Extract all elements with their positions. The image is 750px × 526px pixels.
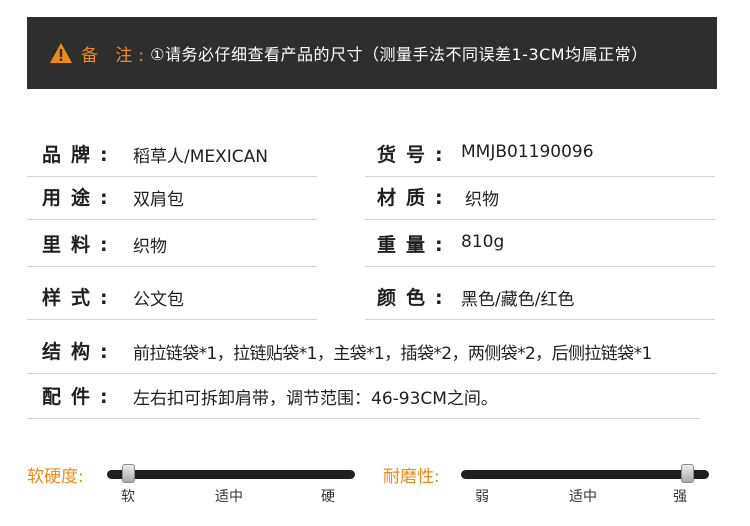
spec-label: 样式: — [42, 287, 108, 309]
spec-weight: 重量: 810g — [365, 230, 715, 267]
spec-label: 用途: — [42, 187, 108, 209]
softness-tick-mid: 适中 — [215, 489, 243, 505]
notice-banner: 备 注: ①请务必仔细查看产品的尺寸（测量手法不同误差1-3CM均属正常） — [27, 17, 717, 89]
notice-text: ①请务必仔细查看产品的尺寸（测量手法不同误差1-3CM均属正常） — [150, 45, 648, 64]
spec-value: 稻草人/MEXICAN — [133, 147, 269, 167]
spec-brand: 品牌: 稻草人/MEXICAN — [27, 140, 317, 177]
spec-value: 左右扣可拆卸肩带，调节范围：46-93CM之间。 — [133, 389, 498, 409]
spec-item-no: 货号: MMJB01190096 — [365, 140, 715, 177]
spec-label: 配件: — [42, 386, 108, 408]
spec-value: 织物 — [133, 237, 167, 257]
spec-label: 材质: — [377, 187, 443, 209]
spec-label: 里料: — [42, 234, 108, 256]
warning-icon — [49, 42, 73, 64]
softness-tick-low: 软 — [121, 489, 135, 505]
spec-label: 品牌: — [42, 144, 108, 166]
softness-indicator — [122, 464, 135, 483]
spec-value: 黑色/藏色/红色 — [461, 290, 575, 310]
spec-value: MMJB01190096 — [461, 142, 594, 162]
durability-title: 耐磨性: — [383, 467, 440, 487]
notice-label: 备 注: — [81, 45, 151, 66]
spec-value: 810g — [461, 232, 505, 252]
spec-usage: 用途: 双肩包 — [27, 183, 317, 220]
softness-tick-high: 硬 — [321, 489, 335, 505]
durability-tick-low: 弱 — [475, 489, 489, 505]
softness-track — [107, 464, 355, 483]
durability-track — [461, 464, 709, 483]
spec-value: 前拉链袋*1，拉链贴袋*1，主袋*1，插袋*2，两侧袋*2，后侧拉链袋*1 — [133, 344, 652, 364]
spec-lining: 里料: 织物 — [27, 230, 317, 267]
spec-label: 货号: — [377, 144, 443, 166]
durability-tick-mid: 适中 — [569, 489, 597, 505]
spec-label: 重量: — [377, 234, 443, 256]
spec-value: 织物 — [465, 190, 499, 210]
spec-label: 颜色: — [377, 287, 443, 309]
spec-value: 双肩包 — [133, 190, 184, 210]
spec-label: 结构: — [42, 341, 108, 363]
spec-color: 颜色: 黑色/藏色/红色 — [365, 283, 715, 320]
softness-title: 软硬度: — [27, 467, 84, 487]
spec-structure: 结构: 前拉链袋*1，拉链贴袋*1，主袋*1，插袋*2，两侧袋*2，后侧拉链袋*… — [27, 337, 717, 374]
spec-value: 公文包 — [133, 290, 184, 310]
spec-style: 样式: 公文包 — [27, 283, 317, 320]
spec-material: 材质: 织物 — [365, 183, 715, 220]
spec-accessory: 配件: 左右扣可拆卸肩带，调节范围：46-93CM之间。 — [27, 382, 700, 419]
durability-tick-high: 强 — [673, 489, 687, 505]
durability-indicator — [681, 464, 694, 483]
